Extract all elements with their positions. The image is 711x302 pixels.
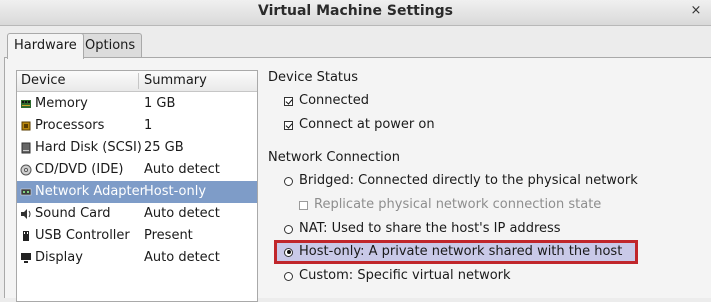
display-icon [20, 252, 32, 264]
hard-disk-icon [20, 142, 32, 154]
tab-hardware[interactable]: Hardware [7, 33, 84, 59]
device-name: USB Controller [35, 228, 130, 243]
device-row-usb-controller[interactable]: USB Controller Present [17, 225, 257, 247]
device-row-memory[interactable]: Memory 1 GB [17, 93, 257, 115]
host-only-radio[interactable]: Host-only: A private network shared with… [284, 242, 622, 262]
nat-radio[interactable]: NAT: Used to share the host's IP address [284, 219, 561, 239]
cd-dvd-icon [20, 164, 32, 176]
checkbox-indicator [284, 120, 293, 130]
device-status-title: Device Status [268, 70, 359, 85]
device-list-header: Device Summary [17, 71, 257, 92]
device-row-hard-disk[interactable]: Hard Disk (SCSI) 25 GB [17, 137, 257, 159]
window-title: Virtual Machine Settings [258, 3, 453, 19]
radio-indicator [284, 176, 293, 186]
device-row-network-adapter[interactable]: Network Adapter Host-only [17, 181, 257, 203]
column-header-summary[interactable]: Summary [144, 71, 207, 91]
device-name: Network Adapter [35, 184, 145, 199]
radio-label: NAT: Used to share the host's IP address [299, 221, 561, 236]
sound-card-icon [20, 208, 32, 220]
radio-indicator [284, 271, 293, 281]
radio-indicator [284, 247, 293, 257]
radio-indicator [284, 224, 293, 234]
memory-icon [20, 98, 32, 110]
radio-label: Bridged: Connected directly to the physi… [299, 173, 638, 188]
device-summary: 25 GB [144, 140, 184, 155]
device-summary: Present [144, 228, 193, 243]
usb-icon [20, 230, 32, 242]
device-name: Display [35, 250, 83, 265]
device-row-sound-card[interactable]: Sound Card Auto detect [17, 203, 257, 225]
device-summary: Host-only [144, 184, 207, 199]
device-name: Processors [35, 118, 105, 133]
network-adapter-icon [20, 186, 32, 198]
radio-label: Custom: Specific virtual network [299, 268, 511, 283]
column-header-device[interactable]: Device [21, 71, 65, 91]
checkbox-label: Connect at power on [299, 117, 435, 132]
custom-radio[interactable]: Custom: Specific virtual network [284, 266, 511, 286]
title-bar: Virtual Machine Settings × [0, 0, 711, 26]
device-name: Sound Card [35, 206, 111, 221]
column-divider [138, 73, 139, 89]
close-icon[interactable]: × [687, 2, 705, 20]
device-list[interactable]: Device Summary Memory 1 GB Processors 1 … [16, 70, 258, 302]
bridged-radio[interactable]: Bridged: Connected directly to the physi… [284, 171, 638, 191]
processor-icon [20, 120, 32, 132]
device-name: Hard Disk (SCSI) [35, 140, 142, 155]
device-summary: 1 GB [144, 96, 176, 111]
tab-options[interactable]: Options [78, 33, 143, 58]
checkbox-indicator [284, 96, 293, 106]
device-summary: Auto detect [144, 206, 220, 221]
device-row-cd-dvd[interactable]: CD/DVD (IDE) Auto detect [17, 159, 257, 181]
connected-checkbox[interactable]: Connected [284, 91, 369, 111]
device-row-processors[interactable]: Processors 1 [17, 115, 257, 137]
radio-label: Host-only: A private network shared with… [299, 244, 623, 259]
checkbox-label: Connected [299, 93, 370, 108]
network-connection-title: Network Connection [268, 150, 400, 165]
device-row-display[interactable]: Display Auto detect [17, 247, 257, 269]
device-name: CD/DVD (IDE) [35, 162, 124, 177]
checkbox-indicator [299, 200, 308, 210]
replicate-state-checkbox: Replicate physical network connection st… [299, 195, 601, 215]
connect-at-power-on-checkbox[interactable]: Connect at power on [284, 115, 435, 135]
device-summary: Auto detect [144, 250, 220, 265]
device-summary: 1 [144, 118, 153, 133]
checkbox-label: Replicate physical network connection st… [314, 197, 602, 212]
device-name: Memory [35, 96, 88, 111]
device-summary: Auto detect [144, 162, 220, 177]
